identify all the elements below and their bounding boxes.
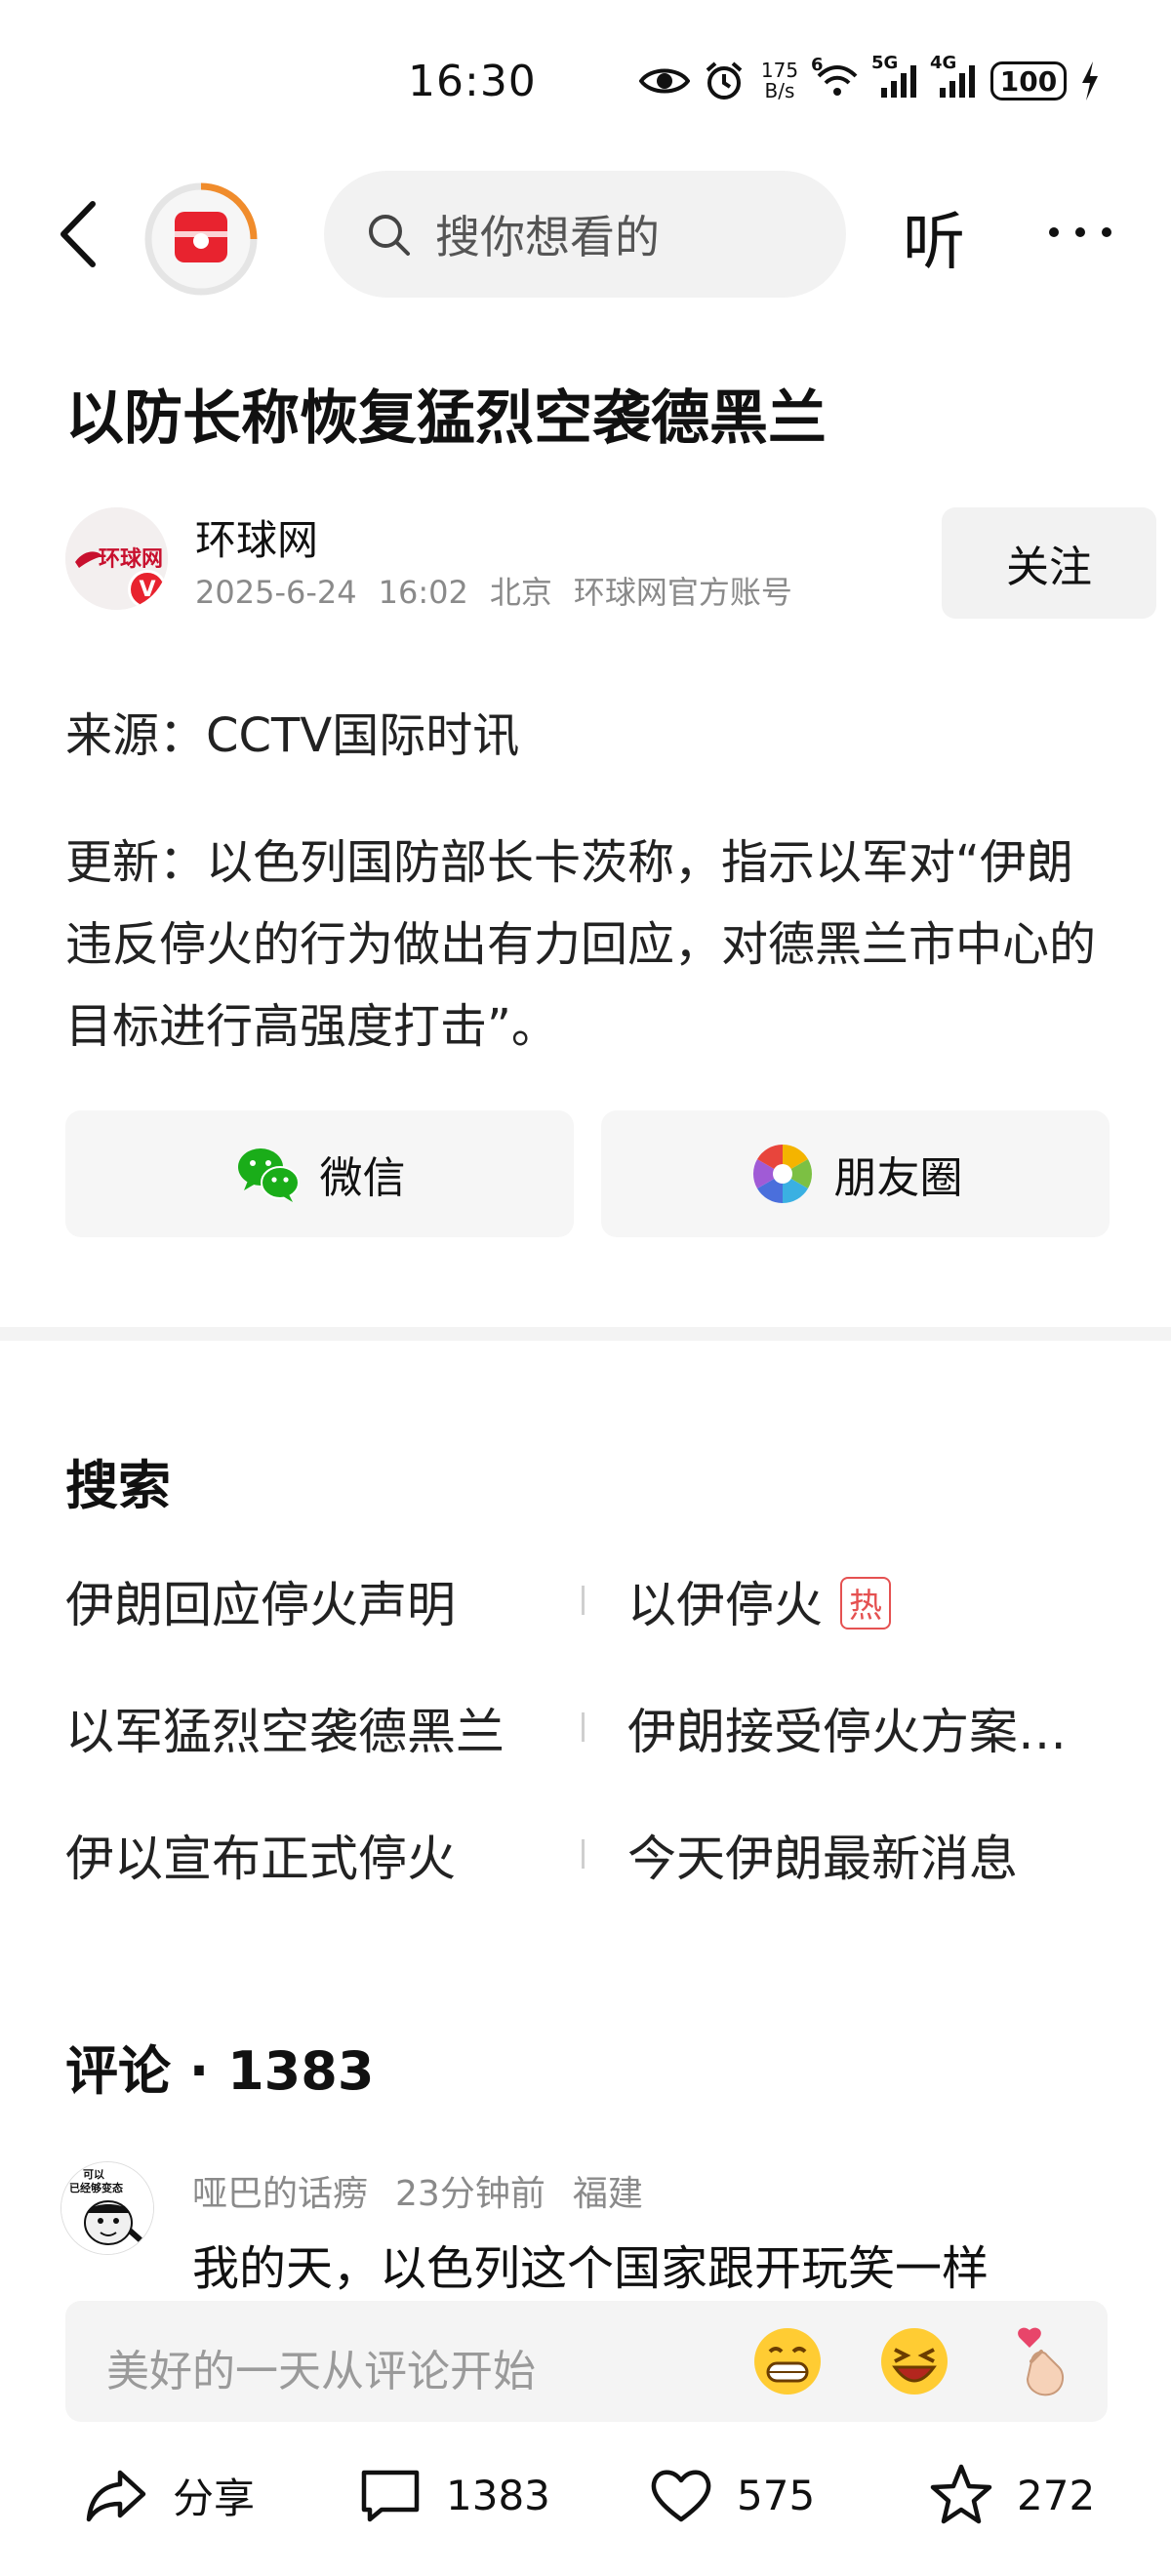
bottom-action-bar: 分享 1383 575 272 <box>0 2439 1171 2576</box>
charging-icon <box>1080 61 1100 101</box>
article-source: 来源：CCTV国际时讯 <box>65 708 520 763</box>
comment-input-placeholder: 美好的一天从评论开始 <box>106 2347 536 2396</box>
search-icon <box>369 215 410 256</box>
related-row: 以军猛烈空袭德黑兰 伊朗接受停火方案… <box>65 1693 1110 1820</box>
wifi-badge: 6 <box>811 55 824 75</box>
app-logo-icon <box>144 182 258 296</box>
favorite-count: 272 <box>1017 2471 1096 2519</box>
publish-date: 2025-6-24 <box>195 574 357 611</box>
author-name[interactable]: 环球网 <box>195 507 318 567</box>
eye-icon <box>639 63 690 99</box>
signal-4g-label: 4G <box>930 53 957 73</box>
comment-time: 23分钟前 <box>395 2174 545 2214</box>
like-button[interactable]: 575 <box>647 2461 815 2529</box>
avatar-meme-text-2: 已经够变态 <box>69 2181 123 2194</box>
commenter-avatar[interactable]: 可以 已经够变态 <box>61 2161 154 2255</box>
share-button[interactable]: 分享 <box>83 2461 255 2529</box>
net-speed-unit: B/s <box>764 79 795 102</box>
related-search-label: 以伊停火 <box>627 1577 823 1633</box>
finger-heart-emoji-icon[interactable] <box>1002 2322 1080 2400</box>
share-row: 微信 朋友圈 <box>65 1110 1110 1237</box>
signal-5g-icon: 5G <box>871 53 918 100</box>
more-dots-icon <box>1049 227 1111 237</box>
share-wechat-label: 微信 <box>319 1153 406 1203</box>
star-icon <box>930 2464 992 2524</box>
related-separator <box>582 1586 585 1615</box>
publish-location: 北京 <box>489 574 552 611</box>
share-wechat-button[interactable]: 微信 <box>65 1110 574 1237</box>
comment-button[interactable]: 1383 <box>356 2461 550 2529</box>
status-bar: 16:30 175 B/s 6 5G 4G 100 <box>0 0 1171 171</box>
related-searches: 伊朗回应停火声明 以伊停火热 以军猛烈空袭德黑兰 伊朗接受停火方案… 伊以宣布正… <box>65 1566 1110 1947</box>
related-search-item[interactable]: 今天伊朗最新消息 <box>627 1820 1018 1890</box>
search-input[interactable]: 搜你想看的 <box>324 171 846 298</box>
related-search-item[interactable]: 伊朗接受停火方案… <box>627 1693 1067 1763</box>
comments-title: 评论 · 1383 <box>65 2040 375 2102</box>
like-count: 575 <box>737 2471 816 2519</box>
author-meta: 2025-6-24 16:02 北京 环球网官方账号 <box>195 568 814 613</box>
comment-count: 1383 <box>446 2471 550 2519</box>
wechat-icon <box>237 1148 300 1202</box>
avatar-meme-text-1: 可以 <box>83 2168 104 2181</box>
signal-4g-icon: 4G <box>930 53 977 100</box>
comment-text: 我的天，以色列这个国家跟开玩笑一样 <box>192 2241 989 2296</box>
related-search-item[interactable]: 以军猛烈空袭德黑兰 <box>65 1693 505 1763</box>
author-avatar[interactable]: 环球网 V <box>65 507 168 610</box>
follow-button[interactable]: 关注 <box>942 507 1156 619</box>
comment-meta: 哑巴的话痨 23分钟前 福建 <box>192 2165 670 2216</box>
app-logo[interactable] <box>142 181 260 298</box>
heart-icon <box>651 2470 711 2522</box>
comment-location: 福建 <box>572 2174 643 2214</box>
article-update: 更新：以色列国防部长卡茨称，指示以军对“伊朗违反停火的行为做出有力回应，对德黑兰… <box>65 835 1097 1054</box>
wifi-icon: 6 <box>811 55 860 100</box>
moments-icon <box>752 1145 812 1203</box>
share-arrow-icon <box>86 2470 146 2522</box>
top-nav: 搜你想看的 听 <box>0 171 1171 298</box>
more-button[interactable] <box>1046 208 1114 257</box>
chevron-left-icon <box>61 201 96 267</box>
hot-badge: 热 <box>840 1576 891 1630</box>
share-label: 分享 <box>173 2474 256 2522</box>
article-title: 以防长称恢复猛烈空袭德黑兰 <box>65 384 827 453</box>
grin-emoji-icon[interactable] <box>748 2322 827 2400</box>
author-row: 环球网 V 环球网 2025-6-24 16:02 北京 环球网官方账号 关注 <box>65 507 1156 619</box>
status-time: 16:30 <box>408 57 537 106</box>
listen-button[interactable]: 听 <box>903 192 965 282</box>
related-search-item[interactable]: 以伊停火热 <box>627 1566 891 1636</box>
related-separator <box>582 1712 585 1742</box>
account-type: 环球网官方账号 <box>573 574 792 611</box>
back-button[interactable] <box>54 200 112 268</box>
related-separator <box>582 1839 585 1869</box>
favorite-button[interactable]: 272 <box>927 2461 1095 2529</box>
net-speed: 175 B/s <box>758 60 801 101</box>
status-icons: 175 B/s 6 5G 4G 100 <box>639 53 1100 101</box>
battery-indicator: 100 <box>990 61 1067 101</box>
alarm-icon <box>704 60 745 101</box>
comment-input[interactable]: 美好的一天从评论开始 <box>65 2301 1108 2422</box>
meme-face-avatar-icon: 可以 已经够变态 <box>61 2162 153 2254</box>
related-row: 伊以宣布正式停火 今天伊朗最新消息 <box>65 1820 1110 1947</box>
signal-5g-label: 5G <box>871 53 899 73</box>
verified-badge: V <box>128 570 167 609</box>
share-moments-button[interactable]: 朋友圈 <box>601 1110 1110 1237</box>
comment-bubble-icon <box>361 2470 420 2522</box>
share-moments-label: 朋友圈 <box>833 1153 963 1203</box>
commenter-name[interactable]: 哑巴的话痨 <box>192 2174 368 2214</box>
related-row: 伊朗回应停火声明 以伊停火热 <box>65 1566 1110 1693</box>
related-search-item[interactable]: 伊朗回应停火声明 <box>65 1566 456 1636</box>
author-avatar-text: 环球网 <box>99 546 163 571</box>
search-placeholder: 搜你想看的 <box>435 211 660 263</box>
section-divider <box>0 1327 1171 1341</box>
search-section-title: 搜索 <box>65 1455 171 1516</box>
related-search-item[interactable]: 伊以宣布正式停火 <box>65 1820 456 1890</box>
laugh-emoji-icon[interactable] <box>875 2322 953 2400</box>
publish-time: 16:02 <box>378 574 468 611</box>
